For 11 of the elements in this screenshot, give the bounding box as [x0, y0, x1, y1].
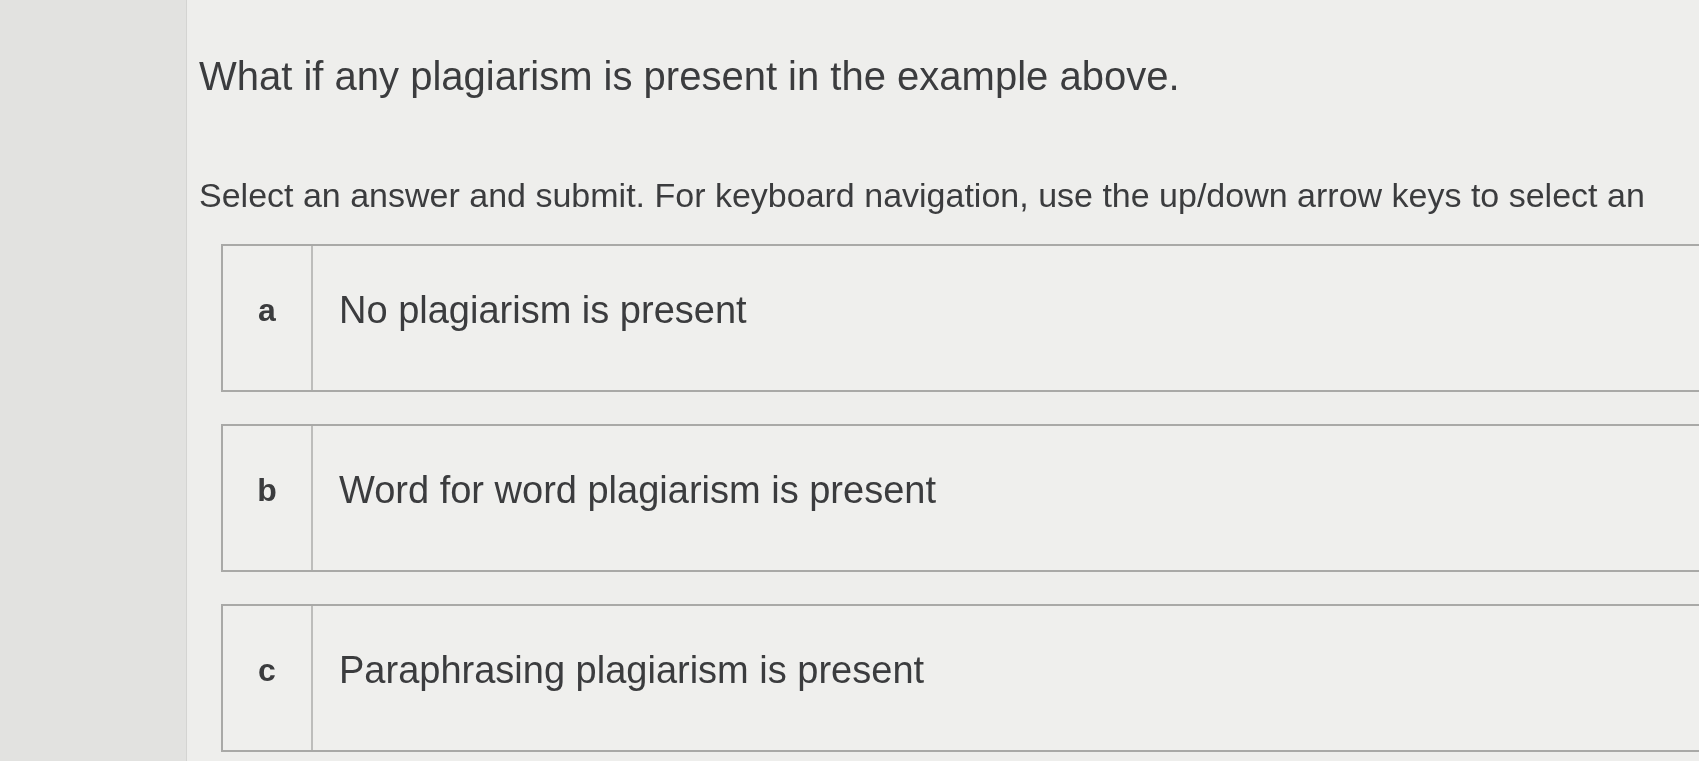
- answer-option[interactable]: a No plagiarism is present: [221, 243, 1699, 392]
- answer-option[interactable]: c Paraphrasing plagiarism is present: [221, 603, 1699, 752]
- answer-option[interactable]: b Word for word plagiarism is present: [221, 423, 1699, 572]
- question-title: What if any plagiarism is present in the example above.: [199, 53, 1180, 100]
- option-text: No plagiarism is present: [338, 288, 747, 334]
- instructions-text: Select an answer and submit. For keyboard navigation, use the up/down arrow keys to select an: [199, 175, 1645, 216]
- option-letter: a: [223, 245, 313, 390]
- option-letter: c: [223, 605, 313, 750]
- option-text: Paraphrasing plagiarism is present: [338, 648, 925, 694]
- option-text: Word for word plagiarism is present: [338, 468, 936, 514]
- option-letter: b: [223, 425, 313, 570]
